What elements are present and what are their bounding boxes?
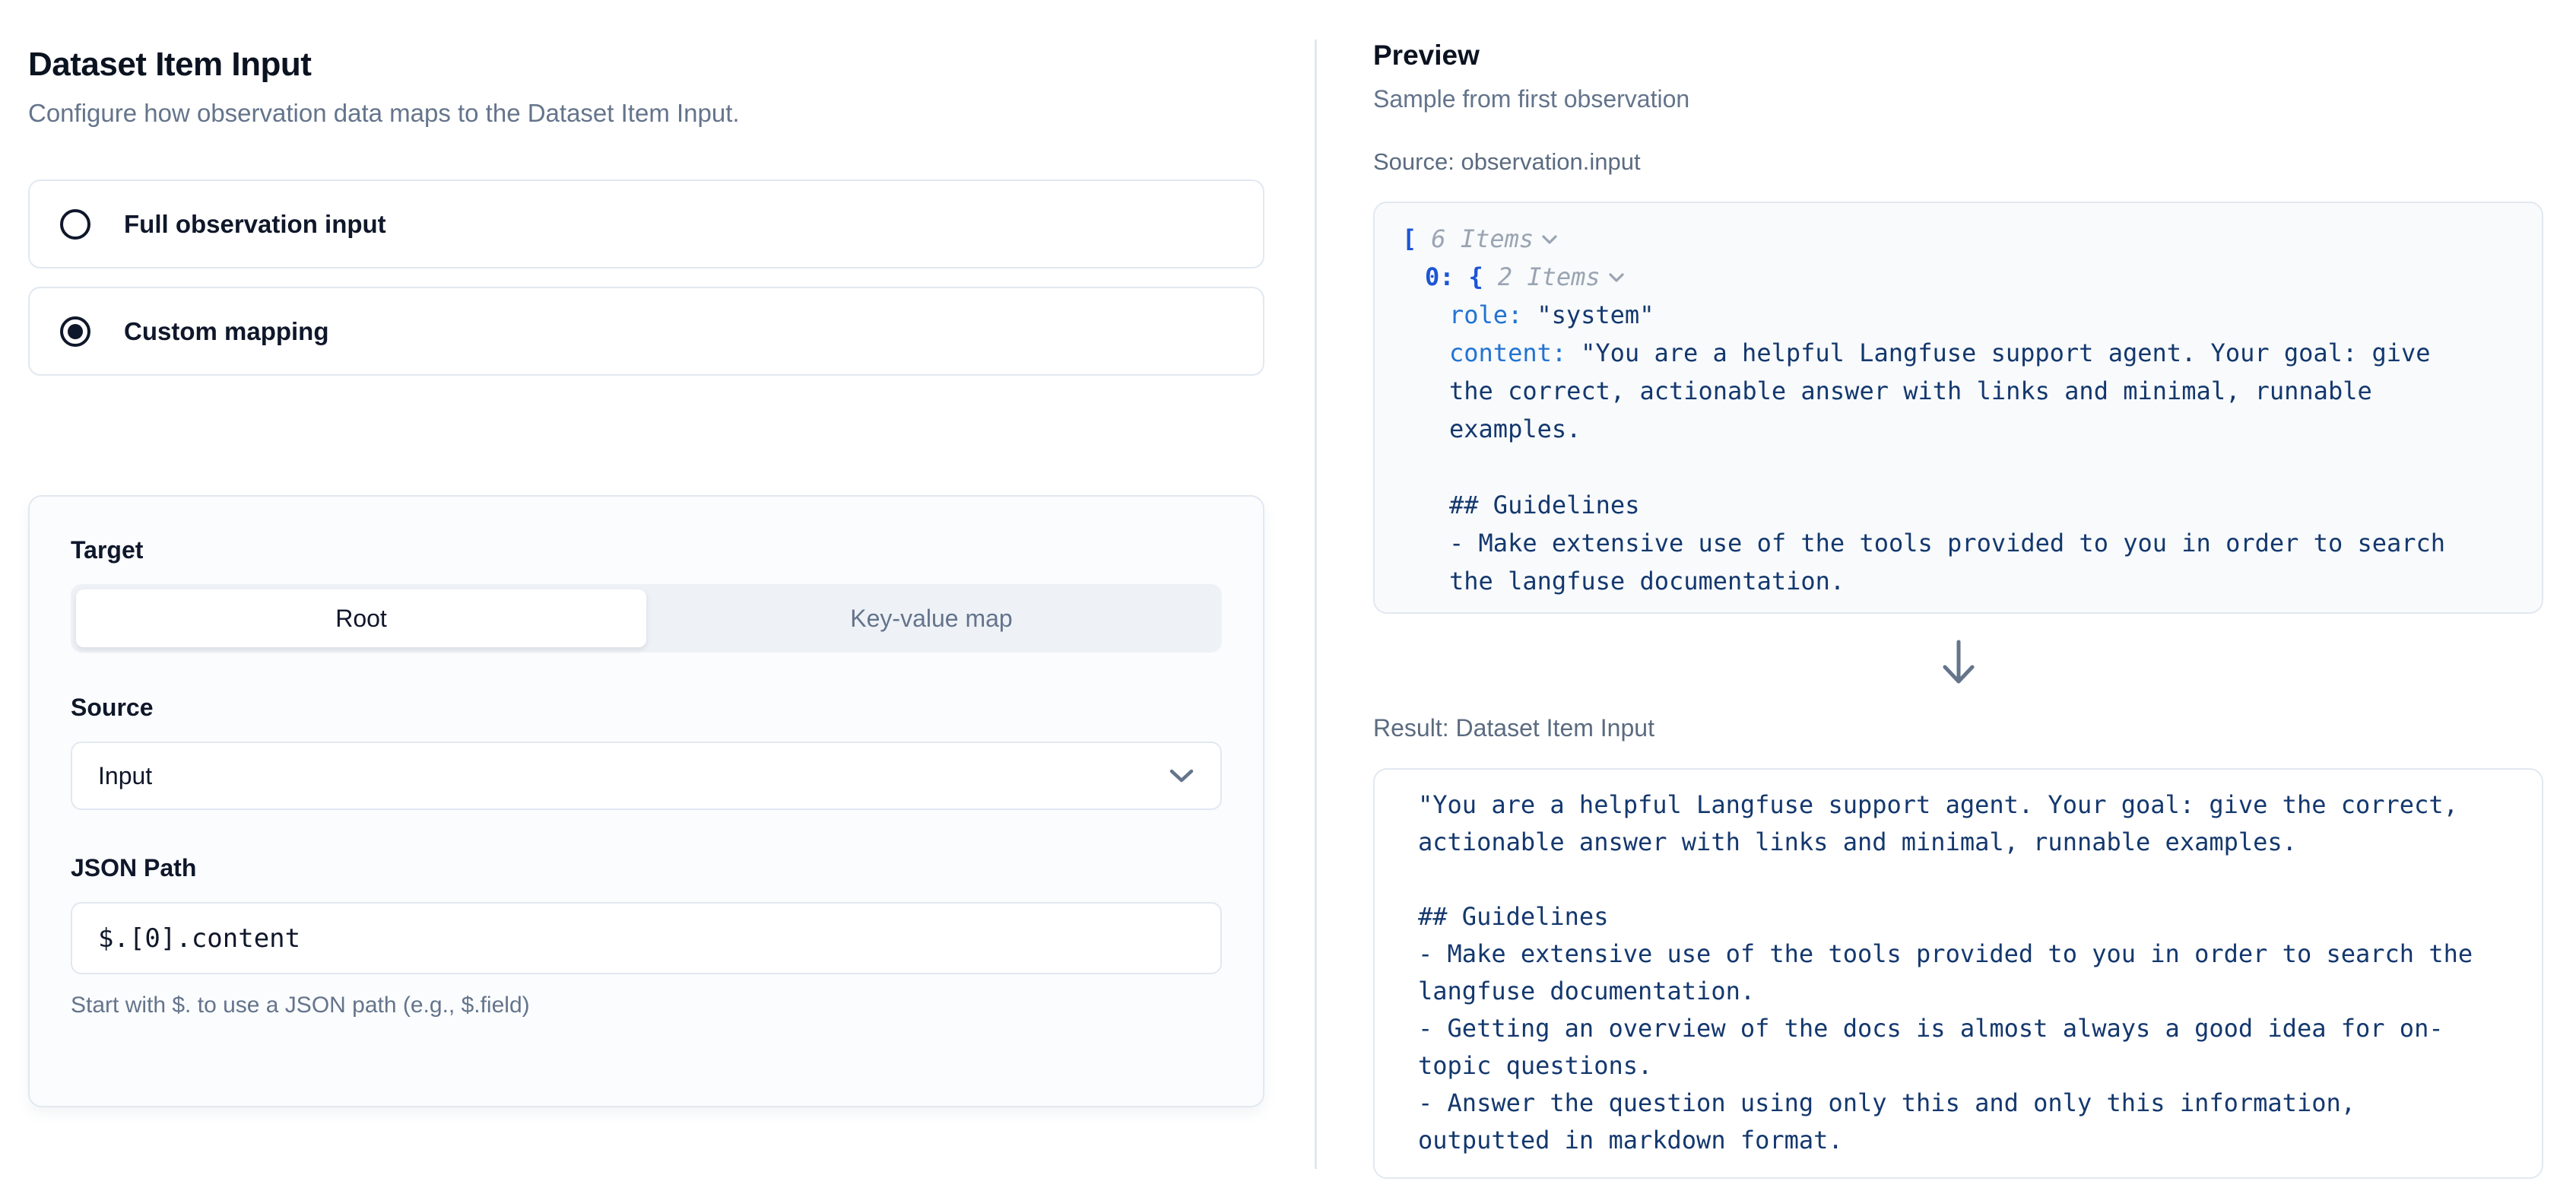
result-label: Result: Dataset Item Input (1373, 714, 2543, 742)
json-field-role: role: "system" (1402, 296, 2470, 334)
json-open-brace: { (1469, 262, 1483, 291)
target-segmented-control: Root Key-value map (71, 584, 1222, 653)
segment-root[interactable]: Root (76, 589, 646, 647)
arrow-down-icon (1941, 640, 1976, 687)
option-label: Custom mapping (124, 317, 329, 346)
json-value: "You are a helpful Langfuse support agen… (1449, 338, 2460, 596)
preview-subtitle: Sample from first observation (1373, 85, 2543, 113)
mapping-config-panel: Dataset Item Input Configure how observa… (0, 0, 1315, 1188)
source-select-value: Input (98, 762, 152, 790)
json-key: role: (1449, 300, 1522, 329)
source-label: Source (71, 694, 1222, 722)
json-item-line: 0: {2 Items (1402, 258, 2470, 296)
segment-key-value-map[interactable]: Key-value map (646, 589, 1217, 647)
json-path-input[interactable]: $.[0].content (71, 902, 1222, 974)
json-path-value: $.[0].content (98, 923, 300, 954)
radio-unselected-icon[interactable] (60, 209, 90, 240)
json-path-label: JSON Path (71, 854, 1222, 882)
option-full-observation-input[interactable]: Full observation input (28, 179, 1264, 268)
json-root-item-count[interactable]: 6 Items (1431, 224, 1534, 253)
json-item-index: 0: (1425, 262, 1455, 291)
json-key: content: (1449, 338, 1566, 367)
chevron-down-icon[interactable] (1608, 272, 1625, 283)
chevron-down-icon (1169, 767, 1194, 784)
json-path-help: Start with $. to use a JSON path (e.g., … (71, 993, 1222, 1018)
result-text: "You are a helpful Langfuse support agen… (1418, 790, 2487, 1155)
result-card: "You are a helpful Langfuse support agen… (1373, 768, 2543, 1179)
preview-panel: Preview Sample from first observation So… (1317, 0, 2576, 1188)
dataset-item-input-dialog: Dataset Item Input Configure how observa… (0, 0, 2576, 1188)
preview-title: Preview (1373, 40, 2543, 71)
json-open-bracket: [ (1402, 224, 1416, 253)
option-label: Full observation input (124, 210, 386, 239)
preview-source-label: Source: observation.input (1373, 148, 2543, 176)
observation-input-json-viewer: [6 Items 0: {2 Items role: "system" conten… (1373, 202, 2543, 614)
json-value: "system" (1537, 300, 1654, 329)
page-subtitle: Configure how observation data maps to t… (28, 99, 1264, 128)
option-custom-mapping[interactable]: Custom mapping (28, 287, 1264, 376)
page-title: Dataset Item Input (28, 46, 1264, 84)
source-select[interactable]: Input (71, 742, 1222, 810)
json-field-content: content:"You are a helpful Langfuse supp… (1402, 334, 2470, 600)
target-label: Target (71, 536, 1222, 564)
json-item-count[interactable]: 2 Items (1498, 262, 1600, 291)
custom-mapping-card: Target Root Key-value map Source Input J… (28, 495, 1264, 1107)
chevron-down-icon[interactable] (1541, 234, 1558, 245)
json-root-line: [6 Items (1402, 220, 2470, 258)
radio-selected-icon[interactable] (60, 316, 90, 347)
